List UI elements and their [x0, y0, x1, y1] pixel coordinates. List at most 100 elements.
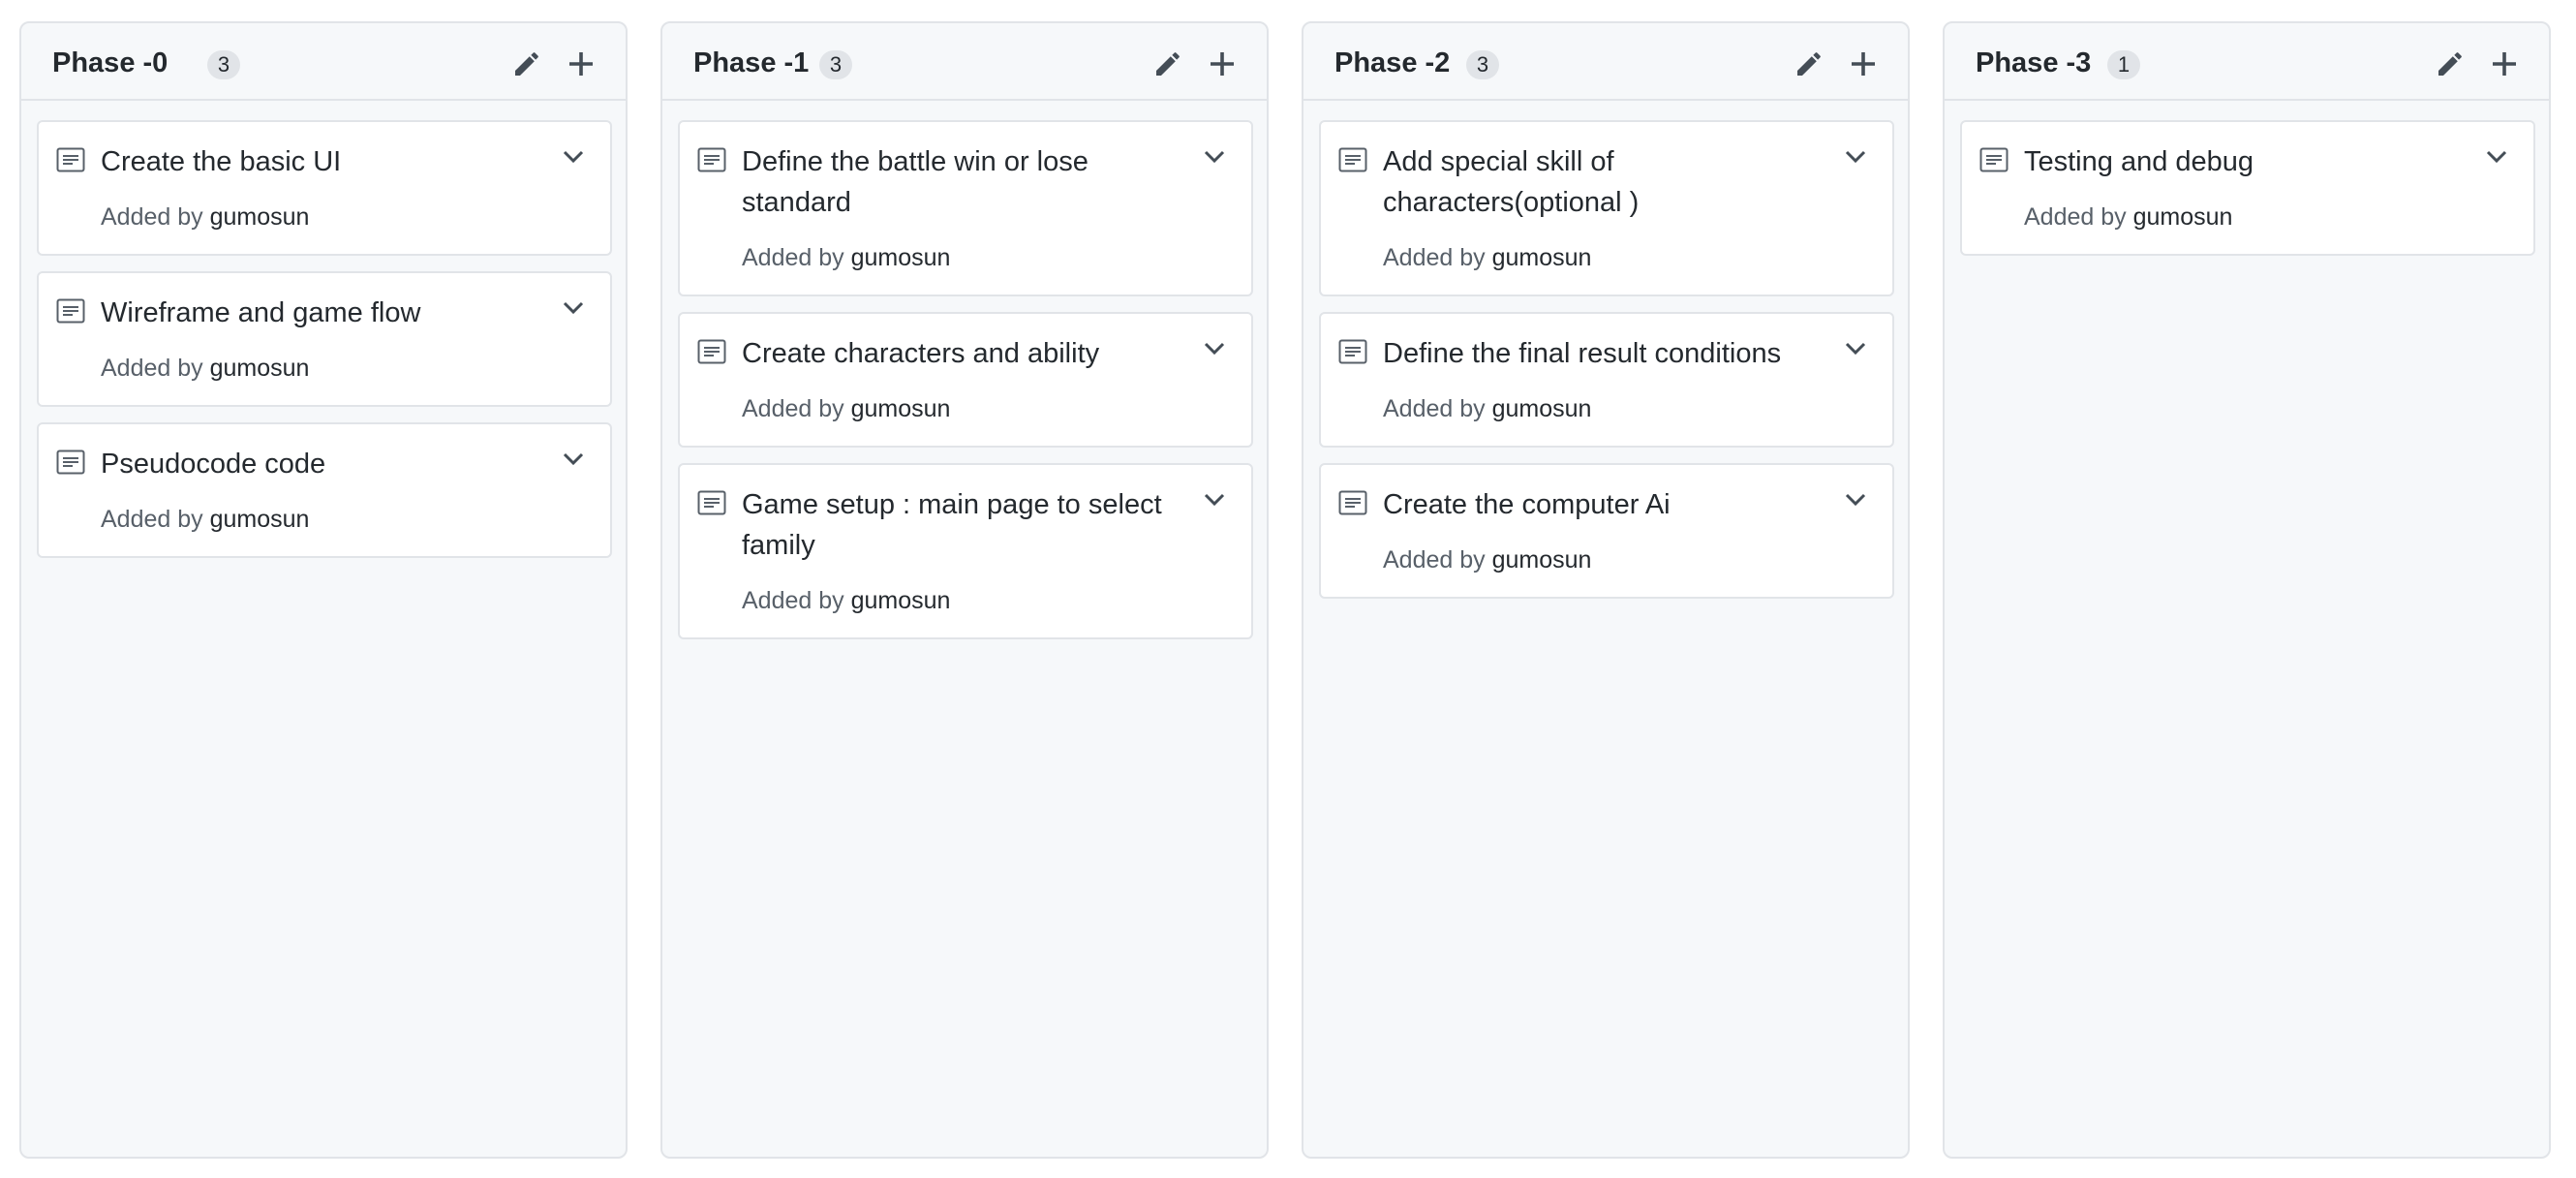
added-by-label: Added by	[1383, 244, 1486, 271]
card-menu-button[interactable]	[1199, 333, 1230, 364]
added-by-label: Added by	[742, 395, 844, 422]
card-menu-button[interactable]	[558, 293, 589, 324]
note-icon	[56, 450, 85, 475]
author-link[interactable]: gumosun	[210, 355, 310, 382]
column-header: Phase -1 3	[662, 23, 1267, 101]
column-title: Phase -3	[1976, 47, 2092, 78]
note-card[interactable]: Create the computer Ai Added by gumosun	[1319, 463, 1894, 599]
card-menu-button[interactable]	[558, 444, 589, 475]
note-card[interactable]: Add special skill of characters(optional…	[1319, 120, 1894, 296]
author-link[interactable]: gumosun	[851, 395, 951, 422]
note-card[interactable]: Define the battle win or lose standard A…	[678, 120, 1253, 296]
added-by-label: Added by	[2024, 203, 2127, 231]
card-title: Create the computer Ai	[1383, 489, 1671, 520]
note-icon	[697, 490, 726, 515]
card-meta: Added by gumosun	[742, 585, 950, 616]
card-title: Testing and debug	[2024, 146, 2254, 177]
column-phase-3: Phase -3 1 Testing and debug Added by gu…	[1943, 21, 2551, 1159]
author-link[interactable]: gumosun	[1492, 395, 1592, 422]
note-icon	[697, 147, 726, 172]
column-header: Phase -0 3	[21, 23, 626, 101]
edit-column-button[interactable]	[507, 45, 546, 83]
edit-column-button[interactable]	[2431, 45, 2469, 83]
add-card-button[interactable]	[2485, 45, 2524, 83]
card-title: Wireframe and game flow	[101, 297, 421, 328]
added-by-label: Added by	[742, 244, 844, 271]
card-meta: Added by gumosun	[1383, 544, 1591, 575]
add-card-button[interactable]	[1203, 45, 1242, 83]
column-title: Phase -1	[693, 47, 810, 78]
card-meta: Added by gumosun	[2024, 202, 2232, 232]
card-menu-button[interactable]	[1199, 141, 1230, 172]
note-card[interactable]: Create the basic UI Added by gumosun	[37, 120, 612, 256]
chevron-down-icon	[1204, 493, 1225, 507]
pencil-icon	[2438, 52, 2462, 76]
column-header: Phase -3 1	[1945, 23, 2549, 101]
column-card-count: 3	[819, 50, 852, 79]
project-board: Phase -0 3 Create the basic UI Added by …	[0, 0, 2576, 1178]
column-title: Phase -2	[1334, 47, 1451, 78]
card-meta: Added by gumosun	[101, 353, 309, 384]
card-title: Add special skill of characters(optional…	[1383, 146, 1640, 218]
edit-column-button[interactable]	[1790, 45, 1828, 83]
chevron-down-icon	[563, 452, 584, 466]
chevron-down-icon	[1845, 493, 1866, 507]
author-link[interactable]: gumosun	[1492, 546, 1592, 574]
add-card-button[interactable]	[1844, 45, 1883, 83]
chevron-down-icon	[563, 301, 584, 315]
card-title: Game setup : main page to select family	[742, 489, 1162, 561]
column-phase-0: Phase -0 3 Create the basic UI Added by …	[19, 21, 628, 1159]
author-link[interactable]: gumosun	[851, 244, 951, 271]
note-card[interactable]: Game setup : main page to select family …	[678, 463, 1253, 639]
card-title: Create the basic UI	[101, 146, 342, 177]
card-menu-button[interactable]	[1840, 141, 1871, 172]
author-link[interactable]: gumosun	[210, 506, 310, 533]
card-menu-button[interactable]	[2481, 141, 2512, 172]
card-meta: Added by gumosun	[1383, 393, 1591, 424]
column-card-count: 3	[1466, 50, 1499, 79]
note-icon	[56, 298, 85, 324]
note-icon	[56, 147, 85, 172]
card-meta: Added by gumosun	[742, 242, 950, 273]
column-card-count: 1	[2107, 50, 2140, 79]
note-card[interactable]: Pseudocode code Added by gumosun	[37, 422, 612, 558]
plus-icon	[1211, 52, 1234, 76]
card-menu-button[interactable]	[1199, 484, 1230, 515]
chevron-down-icon	[563, 150, 584, 164]
author-link[interactable]: gumosun	[210, 203, 310, 231]
column-phase-2: Phase -2 3 Add special skill of characte…	[1302, 21, 1910, 1159]
plus-icon	[569, 52, 593, 76]
note-icon	[1338, 147, 1367, 172]
card-menu-button[interactable]	[558, 141, 589, 172]
card-menu-button[interactable]	[1840, 484, 1871, 515]
note-card[interactable]: Create characters and ability Added by g…	[678, 312, 1253, 448]
card-title: Define the final result conditions	[1383, 338, 1782, 369]
note-card[interactable]: Define the final result conditions Added…	[1319, 312, 1894, 448]
author-link[interactable]: gumosun	[2133, 203, 2233, 231]
pencil-icon	[515, 52, 538, 76]
edit-column-button[interactable]	[1149, 45, 1187, 83]
card-menu-button[interactable]	[1840, 333, 1871, 364]
pencil-icon	[1797, 52, 1821, 76]
chevron-down-icon	[1204, 150, 1225, 164]
column-header: Phase -2 3	[1303, 23, 1908, 101]
chevron-down-icon	[1845, 342, 1866, 356]
card-title: Define the battle win or lose standard	[742, 146, 1089, 218]
add-card-button[interactable]	[562, 45, 600, 83]
author-link[interactable]: gumosun	[1492, 244, 1592, 271]
column-title: Phase -0	[52, 47, 169, 78]
note-icon	[1979, 147, 2009, 172]
added-by-label: Added by	[101, 203, 203, 231]
added-by-label: Added by	[1383, 395, 1486, 422]
note-card[interactable]: Testing and debug Added by gumosun	[1960, 120, 2535, 256]
chevron-down-icon	[1845, 150, 1866, 164]
author-link[interactable]: gumosun	[851, 587, 951, 614]
card-meta: Added by gumosun	[101, 504, 309, 535]
column-card-count: 3	[207, 50, 240, 79]
chevron-down-icon	[1204, 342, 1225, 356]
note-card[interactable]: Wireframe and game flow Added by gumosun	[37, 271, 612, 407]
plus-icon	[2493, 52, 2516, 76]
card-meta: Added by gumosun	[742, 393, 950, 424]
note-icon	[1338, 339, 1367, 364]
column-phase-1: Phase -1 3 Define the battle win or lose…	[660, 21, 1269, 1159]
